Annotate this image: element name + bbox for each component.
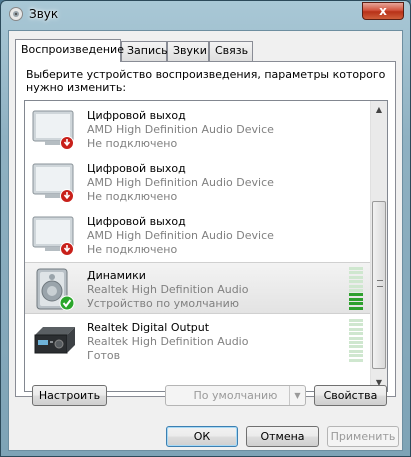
device-item-speakers[interactable]: Динамики Realtek High Definition Audio У…	[25, 262, 371, 314]
monitor-icon	[32, 163, 74, 203]
meter-segment	[349, 280, 363, 284]
set-default-label: По умолчанию	[193, 389, 278, 402]
device-description: AMD High Definition Audio Device	[87, 176, 274, 189]
device-item[interactable]: Цифровой выход AMD High Definition Audio…	[25, 209, 371, 261]
meter-segment	[349, 336, 363, 340]
device-status: Не подключено	[87, 243, 178, 256]
meter-segment	[349, 289, 363, 292]
cancel-button[interactable]: Отмена	[246, 426, 319, 447]
meter-segment	[349, 302, 363, 306]
device-list-viewport: Цифровой выход AMD High Definition Audio…	[25, 101, 371, 391]
scroll-up-arrow-icon[interactable]: ▲	[371, 101, 387, 118]
meter-segment	[349, 275, 363, 279]
device-description: Realtek High Definition Audio	[87, 283, 249, 296]
ok-button[interactable]: ОК	[166, 426, 238, 447]
device-description: AMD High Definition Audio Device	[87, 229, 274, 242]
tab-communications[interactable]: Связь	[209, 41, 253, 61]
tab-recording[interactable]: Запись	[121, 41, 168, 61]
speaker-icon	[36, 268, 75, 311]
properties-button[interactable]: Свойства	[314, 385, 387, 406]
device-description: Realtek High Definition Audio	[87, 335, 249, 348]
tab-playback[interactable]: Воспроизведение	[15, 39, 124, 62]
configure-button[interactable]: Настроить	[32, 385, 107, 406]
scrollbar-grip-icon	[377, 280, 383, 287]
window-title: Звук	[29, 7, 59, 21]
monitor-icon	[32, 216, 74, 256]
device-name: Цифровой выход	[87, 162, 186, 175]
device-name: Realtek Digital Output	[87, 321, 210, 334]
monitor-icon	[32, 110, 74, 150]
speaker-title-icon	[9, 7, 23, 21]
playback-tab-page: Выберите устройство воспроизведения, пар…	[15, 61, 396, 397]
close-button[interactable]: x	[362, 2, 404, 20]
device-item-digital-output[interactable]: Realtek Digital Output Realtek High Defi…	[25, 315, 371, 367]
dialog-client-area: Воспроизведение Запись Звуки Связь Выбер…	[8, 30, 403, 451]
meter-segment	[349, 341, 363, 344]
meter-segment	[349, 284, 363, 288]
list-scrollbar[interactable]: ▲ ▼	[370, 101, 387, 391]
volume-level-meter	[349, 267, 363, 311]
meter-segment	[349, 327, 363, 331]
apply-button: Применить	[327, 426, 399, 447]
device-item[interactable]: Цифровой выход AMD High Definition Audio…	[25, 103, 371, 155]
meter-segment	[349, 345, 363, 349]
chevron-down-icon: ▼	[289, 386, 305, 405]
meter-segment	[349, 358, 363, 362]
meter-segment	[349, 293, 363, 297]
volume-level-meter	[349, 319, 363, 363]
instruction-text: Выберите устройство воспроизведения, пар…	[26, 68, 386, 94]
device-description: AMD High Definition Audio Device	[87, 123, 274, 136]
playback-device-list[interactable]: Цифровой выход AMD High Definition Audio…	[24, 100, 388, 392]
meter-segment	[349, 323, 363, 327]
device-name: Динамики	[87, 269, 146, 282]
meter-segment	[349, 271, 363, 275]
device-status: Готов	[87, 349, 121, 362]
meter-segment	[349, 306, 363, 310]
device-status: Не подключено	[87, 137, 178, 150]
device-name: Цифровой выход	[87, 109, 186, 122]
device-status: Не подключено	[87, 190, 178, 203]
receiver-icon	[34, 327, 75, 354]
device-item[interactable]: Цифровой выход AMD High Definition Audio…	[25, 156, 371, 208]
meter-segment	[349, 267, 363, 270]
meter-segment	[349, 332, 363, 336]
sound-dialog-window: Звук x Воспроизведение Запись Звуки Связ…	[0, 0, 411, 457]
meter-segment	[349, 297, 363, 301]
title-bar[interactable]: Звук x	[1, 1, 410, 27]
meter-segment	[349, 349, 363, 353]
tab-sounds[interactable]: Звуки	[167, 41, 209, 61]
meter-segment	[349, 319, 363, 322]
device-name: Цифровой выход	[87, 215, 186, 228]
set-default-button: По умолчанию ▼	[165, 385, 306, 406]
meter-segment	[349, 354, 363, 358]
device-status: Устройство по умолчанию	[87, 297, 240, 310]
scrollbar-thumb[interactable]	[372, 201, 386, 369]
